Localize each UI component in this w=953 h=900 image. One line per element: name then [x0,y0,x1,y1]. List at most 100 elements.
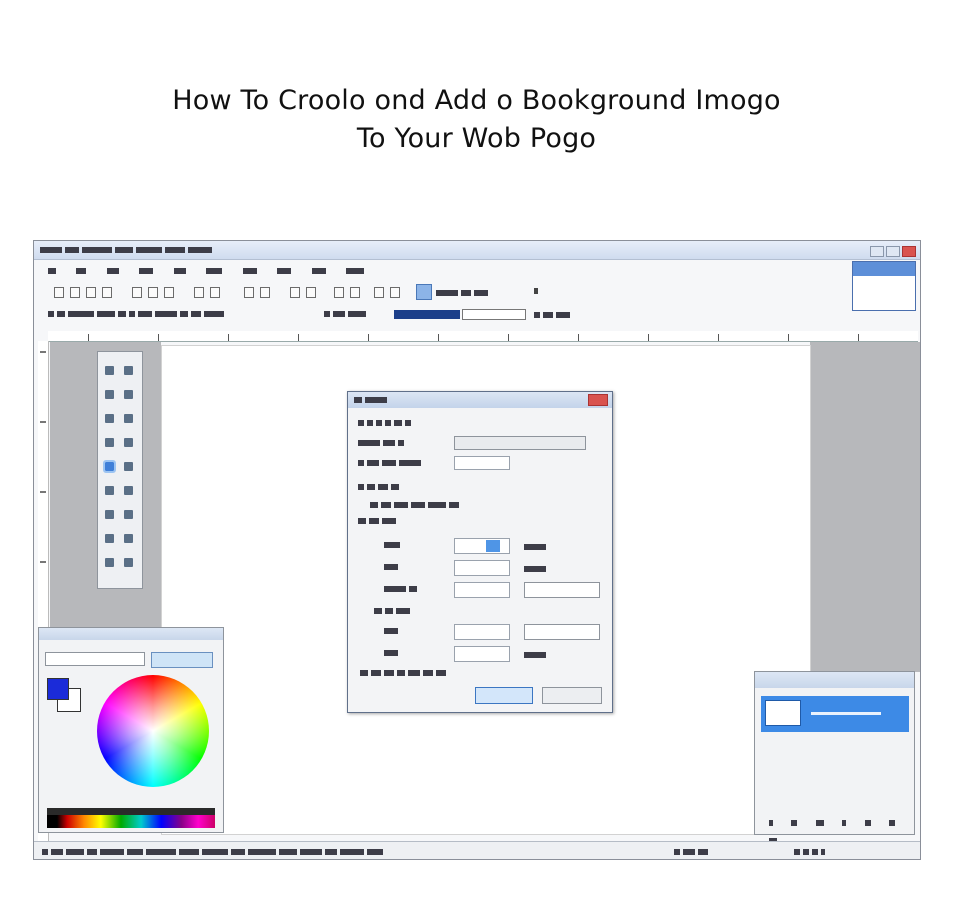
main-toolbar [34,281,854,303]
zoom-in-icon[interactable] [334,287,344,298]
close-button[interactable] [902,246,916,257]
status-hint-text [42,849,386,855]
print-unit-dropdown[interactable] [524,624,600,640]
dialog-label-2 [358,440,407,446]
select-icon[interactable] [105,366,114,375]
maximize-button[interactable] [886,246,900,257]
paste-icon[interactable] [164,287,174,298]
brush-icon[interactable] [103,460,116,473]
active-tool-icon[interactable] [416,284,432,300]
primary-color-swatch[interactable] [47,678,69,700]
cut-icon[interactable] [132,287,142,298]
gradient-icon[interactable] [124,438,133,447]
copy-icon[interactable] [148,287,158,298]
redo-icon[interactable] [210,287,220,298]
layers-panel-titlebar[interactable] [755,672,914,688]
menu-item-image[interactable] [139,268,154,274]
merge-layer-icon[interactable] [842,820,847,826]
pan-icon[interactable] [105,414,114,423]
resolution-label [384,586,420,592]
freeform-icon[interactable] [124,558,133,567]
status-cursor-position [794,849,828,855]
menu-item-effects[interactable] [242,268,257,274]
line-icon[interactable] [105,534,114,543]
resize-dialog [347,391,613,713]
width-spinner[interactable] [486,540,500,552]
move-layer-down-icon[interactable] [889,820,896,826]
color-mode-select[interactable] [45,652,145,666]
status-bar [34,841,920,859]
height-field[interactable] [454,560,510,576]
height-label [384,564,401,570]
pencil-icon[interactable] [105,486,114,495]
print-width-label [384,628,401,634]
menu-item-file[interactable] [48,268,56,274]
undo-icon[interactable] [194,287,204,298]
dialog-close-button[interactable] [588,394,608,406]
magic-wand-icon[interactable] [124,414,133,423]
zoom-icon[interactable] [124,390,133,399]
dialog-footnote [360,670,449,676]
layer-row-selected[interactable] [761,696,909,732]
text-icon[interactable] [124,510,133,519]
grid-icon[interactable] [290,287,300,298]
workspace-background-right [810,342,920,672]
width-field[interactable] [454,538,510,554]
menu-item-window[interactable] [277,268,292,274]
lasso-icon[interactable] [124,366,133,375]
resolution-unit-dropdown[interactable] [524,582,600,598]
dialog-titlebar[interactable] [348,392,612,408]
move-layer-up-icon[interactable] [864,820,871,826]
resize-mode-dropdown[interactable] [454,436,586,450]
print-size-label [374,608,413,614]
menu-bar [34,260,854,278]
delete-layer-icon[interactable] [791,820,798,826]
menu-item-edit[interactable] [76,268,87,274]
menu-item-view[interactable] [106,268,119,274]
dialog-label-6 [358,518,399,524]
menu-item-layers[interactable] [173,268,186,274]
color-wheel[interactable] [97,675,209,787]
rulers-icon[interactable] [306,287,316,298]
duplicate-layer-icon[interactable] [815,820,824,826]
more-colors-button[interactable] [151,652,213,668]
headline-line-2: To Your Wob Pogo [356,123,597,154]
menu-item-extra[interactable] [346,268,365,274]
cancel-button[interactable] [542,687,602,704]
print-height-label [384,650,401,656]
brush-width-slider[interactable] [394,310,460,319]
window-titlebar[interactable] [34,241,920,260]
minimize-button[interactable] [870,246,884,257]
ellipse-icon[interactable] [105,558,114,567]
colors-panel-titlebar[interactable] [39,628,223,640]
menu-item-help[interactable] [311,268,326,274]
paint-bucket-icon[interactable] [105,438,114,447]
brush-width-field[interactable] [462,309,526,320]
add-layer-icon[interactable] [769,820,773,826]
move-icon[interactable] [105,390,114,399]
menu-item-adjustments[interactable] [206,268,223,274]
new-file-icon[interactable] [54,287,64,298]
print-icon[interactable] [102,287,112,298]
clone-stamp-icon[interactable] [124,486,133,495]
eraser-icon[interactable] [124,462,133,471]
zoom-out-icon[interactable] [350,287,360,298]
deselect-icon[interactable] [260,287,270,298]
tool-option-icon[interactable] [390,287,400,298]
open-file-icon[interactable] [70,287,80,298]
toolbar-separator [534,288,538,294]
crop-icon[interactable] [244,287,254,298]
headline-line-1: How To Croolo ond Add o Bookground Imogo [172,85,781,116]
color-palette-strip[interactable] [47,808,215,828]
resolution-field[interactable] [454,582,510,598]
tool-select-icon[interactable] [374,287,384,298]
print-height-field[interactable] [454,646,510,662]
width-label [384,542,403,548]
image-thumbnail[interactable] [852,261,916,311]
shapes-icon[interactable] [124,534,133,543]
recolor-icon[interactable] [105,510,114,519]
resize-value-field[interactable] [454,456,510,470]
save-icon[interactable] [86,287,96,298]
ok-button[interactable] [475,687,533,704]
print-width-field[interactable] [454,624,510,640]
